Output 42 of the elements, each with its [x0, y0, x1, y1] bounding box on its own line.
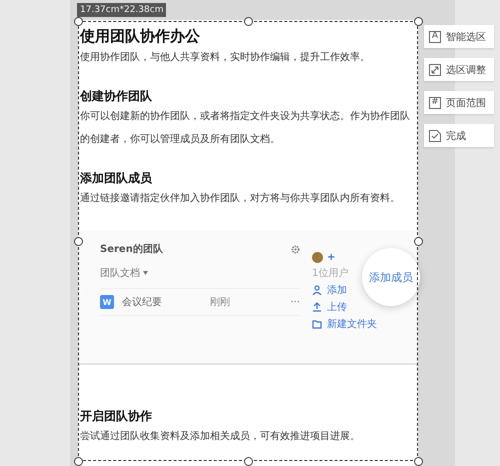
resize-handle[interactable]	[74, 17, 83, 26]
resize-handle[interactable]	[244, 17, 253, 26]
frame-icon: A	[429, 30, 441, 42]
resize-handle[interactable]	[414, 457, 423, 466]
paragraph: 使用协作团队，与他人共享资料，实时协作编辑，提升工作效率。	[80, 50, 371, 65]
frame-icon: #	[429, 96, 441, 108]
file-name[interactable]: 会议纪要	[122, 295, 202, 309]
tool-button[interactable]: # 页面范围	[424, 91, 494, 114]
section-heading: 创建协作团队	[80, 88, 153, 105]
gear-icon	[291, 244, 300, 254]
more-button[interactable]: ···	[290, 296, 300, 308]
file-time: 刚刚	[210, 296, 231, 309]
callout-bubble: 添加成员	[362, 248, 420, 306]
paragraph: 你可以创建新的协作团队，或者将指定文件夹设为共享状态。作为协作团队的创建者，你可以管理成员及所有团队文档。	[80, 110, 411, 147]
resize-icon	[429, 64, 441, 76]
tool-button[interactable]: 完成	[424, 124, 494, 147]
upload-icon	[312, 302, 322, 312]
resize-handle[interactable]	[414, 17, 423, 26]
document-icon: W	[100, 295, 114, 309]
action-link[interactable]: 新建文件夹	[327, 317, 377, 331]
size-label: 17.37cm*22.38cm	[77, 3, 166, 17]
paragraph: 尝试通过团队收集资料及添加相关成员，可有效推进项目进展。	[80, 430, 361, 444]
document-title: 使用团队协作办公	[80, 26, 201, 46]
folder-icon	[312, 319, 322, 329]
tool-button[interactable]: 选区调整	[424, 58, 494, 81]
caret-icon[interactable]	[143, 271, 148, 275]
member-count: 1位用户	[312, 266, 348, 280]
action-link[interactable]: 添加	[327, 283, 347, 297]
resize-handle[interactable]	[74, 237, 83, 246]
tool-button[interactable]: A 智能选区	[424, 25, 494, 48]
team-name: Seren的团队	[100, 242, 163, 256]
avatar	[312, 252, 323, 263]
action-link[interactable]: 上传	[327, 300, 347, 314]
person-icon	[312, 285, 322, 295]
section-heading: 开启团队协作	[80, 408, 153, 425]
resize-handle[interactable]	[74, 457, 83, 466]
add-member-button[interactable]: +	[327, 252, 336, 263]
resize-handle[interactable]	[414, 237, 423, 246]
paragraph: 通过链接邀请指定伙伴加入协作团队，对方将与你共享团队内所有资料。	[80, 192, 401, 206]
section-heading: 添加团队成员	[80, 170, 153, 187]
check-icon	[429, 130, 441, 142]
folder-label: 团队文档	[100, 266, 140, 280]
